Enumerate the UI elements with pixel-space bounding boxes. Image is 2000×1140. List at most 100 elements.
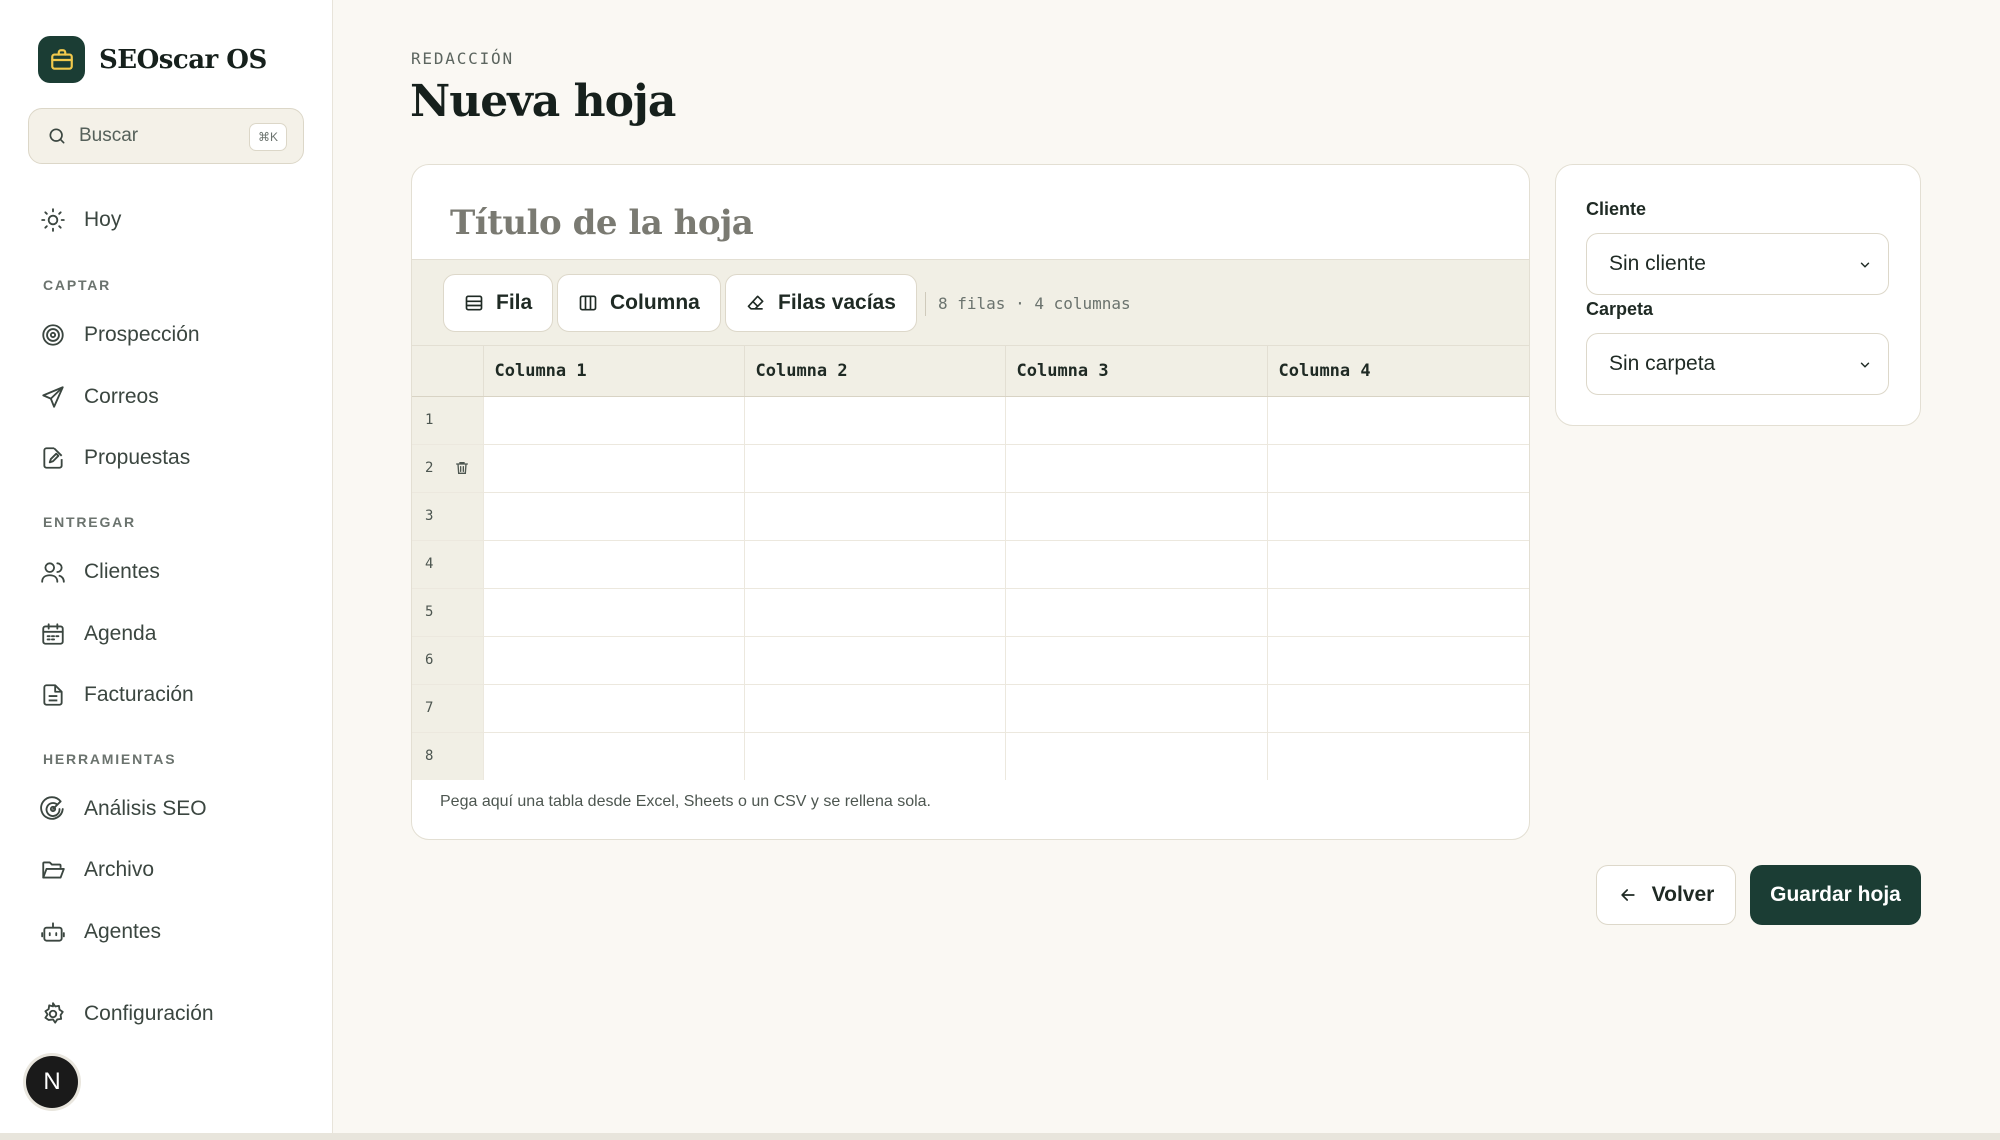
column-header[interactable]: Columna 4	[1267, 346, 1529, 397]
sidebar-item-hoy[interactable]: Hoy	[40, 200, 121, 240]
table-row: 4	[412, 540, 1529, 589]
table-row: 7	[412, 684, 1529, 733]
cell[interactable]	[1005, 588, 1268, 637]
table-row: 3	[412, 492, 1529, 541]
file-edit-icon	[40, 445, 66, 471]
cell[interactable]	[483, 540, 745, 589]
sidebar-item-archivo[interactable]: Archivo	[40, 850, 154, 890]
cell[interactable]	[744, 492, 1006, 541]
rows-icon	[464, 293, 484, 313]
send-icon	[40, 384, 66, 410]
cell[interactable]	[1267, 684, 1529, 733]
eraser-icon	[746, 293, 766, 313]
cell[interactable]	[1005, 396, 1268, 445]
add-column-button[interactable]: Columna	[557, 274, 721, 332]
save-sheet-button[interactable]: Guardar hoja	[1750, 865, 1921, 925]
column-header[interactable]: Columna 3	[1005, 346, 1268, 397]
cell[interactable]	[483, 444, 745, 493]
cell[interactable]	[1267, 444, 1529, 493]
chevron-down-icon	[1858, 358, 1872, 372]
back-label: Volver	[1651, 883, 1715, 906]
calendar-icon	[40, 621, 66, 647]
client-label: Cliente	[1586, 199, 1647, 219]
table-row: 8	[412, 732, 1529, 780]
add-column-label: Columna	[610, 291, 700, 314]
sidebar-item-label: Prospección	[84, 323, 200, 346]
gear-icon	[40, 1001, 66, 1027]
sheet-toolbar: Fila Columna Filas vacías 8 filas · 4 co…	[412, 259, 1529, 346]
column-header[interactable]: Columna 1	[483, 346, 745, 397]
sidebar-item-agentes[interactable]: Agentes	[40, 912, 161, 952]
cell[interactable]	[1267, 636, 1529, 685]
trash-icon[interactable]	[454, 460, 470, 476]
sidebar-item-label: Hoy	[84, 208, 122, 231]
search-button[interactable]: Buscar ⌘K	[28, 108, 304, 164]
app-name: SEOscar OS	[99, 44, 267, 75]
chevron-down-icon	[1858, 258, 1872, 272]
sheet-title-input[interactable]: Título de la hoja	[450, 203, 754, 243]
back-button[interactable]: Volver	[1596, 865, 1736, 925]
sidebar-item-propuestas[interactable]: Propuestas	[40, 438, 190, 478]
sidebar-item-label: Configuración	[84, 1002, 214, 1025]
arrow-left-icon	[1618, 885, 1638, 905]
sidebar-item-clientes[interactable]: Clientes	[40, 552, 160, 592]
bot-icon	[40, 919, 66, 945]
brand[interactable]: SEOscar OS	[38, 36, 267, 83]
cell[interactable]	[483, 732, 745, 780]
add-row-button[interactable]: Fila	[443, 274, 554, 332]
cell[interactable]	[1005, 492, 1268, 541]
cell[interactable]	[744, 684, 1006, 733]
cell[interactable]	[1267, 396, 1529, 445]
sidebar-item-analisis-seo[interactable]: Análisis SEO	[40, 789, 207, 829]
sidebar-item-facturacion[interactable]: Facturación	[40, 675, 194, 715]
cell[interactable]	[744, 444, 1006, 493]
cell[interactable]	[483, 492, 745, 541]
table-row: 5	[412, 588, 1529, 637]
cell[interactable]	[1005, 636, 1268, 685]
sidebar-item-label: Agentes	[84, 920, 162, 943]
cell[interactable]	[483, 636, 745, 685]
paste-hint: Pega aquí una tabla desde Excel, Sheets …	[440, 793, 931, 810]
sidebar-item-correos[interactable]: Correos	[40, 377, 159, 417]
cell[interactable]	[1267, 540, 1529, 589]
cell[interactable]	[1005, 732, 1268, 780]
toolbar-divider	[925, 292, 926, 316]
sidebar-item-configuracion[interactable]: Configuración	[40, 994, 214, 1034]
folder-select[interactable]: Sin carpeta	[1586, 333, 1889, 395]
cell[interactable]	[483, 684, 745, 733]
folder-open-icon	[40, 857, 66, 883]
briefcase-icon	[38, 36, 85, 83]
cell[interactable]	[744, 396, 1006, 445]
sheet-grid: Columna 1 Columna 2 Columna 3 Columna 4 …	[412, 346, 1529, 780]
cell[interactable]	[483, 588, 745, 637]
avatar[interactable]: N	[26, 1056, 78, 1108]
cell[interactable]	[483, 396, 745, 445]
section-title-entregar: ENTREGAR	[43, 514, 136, 530]
cell[interactable]	[1267, 732, 1529, 780]
cell[interactable]	[744, 636, 1006, 685]
client-select[interactable]: Sin cliente	[1586, 233, 1889, 295]
row-number: 3	[412, 492, 484, 541]
search-label: Buscar	[79, 125, 139, 146]
cell[interactable]	[1267, 588, 1529, 637]
cell[interactable]	[1005, 684, 1268, 733]
cell[interactable]	[1005, 444, 1268, 493]
row-number: 7	[412, 684, 484, 733]
folder-label: Carpeta	[1586, 299, 1654, 319]
sheet-meta-panel: Cliente Sin cliente Carpeta Sin carpeta	[1555, 164, 1921, 426]
cell[interactable]	[744, 732, 1006, 780]
sidebar-item-agenda[interactable]: Agenda	[40, 614, 156, 654]
row-number: 6	[412, 636, 484, 685]
cell[interactable]	[1267, 492, 1529, 541]
cell[interactable]	[744, 588, 1006, 637]
clear-empty-rows-button[interactable]: Filas vacías	[725, 274, 917, 332]
column-header[interactable]: Columna 2	[744, 346, 1006, 397]
row-number: 4	[412, 540, 484, 589]
sheet-size-indicator: 8 filas · 4 columnas	[938, 294, 1131, 313]
sidebar-item-label: Facturación	[84, 683, 194, 706]
row-number: 1	[412, 396, 484, 445]
cell[interactable]	[744, 540, 1006, 589]
section-title-herramientas: HERRAMIENTAS	[43, 751, 177, 767]
sidebar-item-prospeccion[interactable]: Prospección	[40, 315, 200, 355]
cell[interactable]	[1005, 540, 1268, 589]
